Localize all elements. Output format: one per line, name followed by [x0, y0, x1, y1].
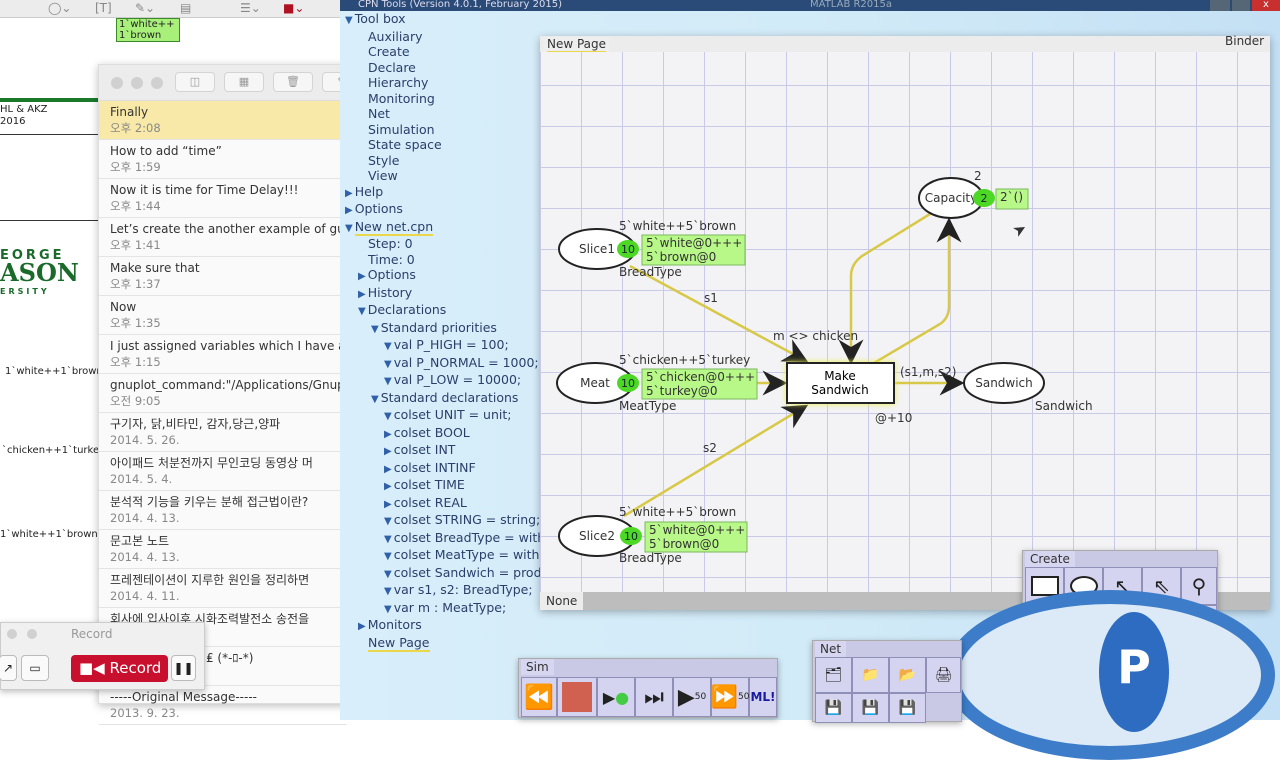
cpn-logo-p: P: [1099, 612, 1169, 732]
place-slice2[interactable]: Slice2 5`white++5`brown BreadType 10 5`white…: [558, 505, 748, 565]
palette-title[interactable]: Net: [815, 641, 847, 657]
save-as-icon[interactable]: 💾: [852, 693, 889, 723]
play-one-icon[interactable]: ▶ ●: [597, 677, 635, 717]
play-n-count: 50: [694, 692, 707, 702]
place-name: Slice2: [579, 529, 615, 543]
arc-slice2-to-make-sandwich[interactable]: [623, 404, 809, 518]
initial-marking[interactable]: 5`white++5`brown: [619, 505, 736, 519]
rewind-icon[interactable]: ⏪: [521, 677, 557, 717]
token-count: 10: [624, 530, 638, 543]
place-meat[interactable]: Meat 5`chicken++5`turkey MeatType 10 5`chick…: [556, 353, 758, 413]
palette-title[interactable]: Sim: [521, 659, 554, 675]
new-net-icon[interactable]: 📁: [852, 657, 889, 693]
play-n-icon[interactable]: ▶ 50: [673, 677, 711, 717]
current-marking: 5`turkey@0: [646, 384, 718, 398]
current-marking: 5`white@0+++: [649, 523, 745, 537]
transition-make-sandwich[interactable]: Make Sandwich: [786, 362, 895, 404]
transition-name: Make: [824, 369, 856, 383]
current-marking: 5`brown@0: [649, 537, 719, 551]
colour-set[interactable]: Sandwich: [1035, 399, 1093, 413]
current-marking: 5`brown@0: [646, 250, 716, 264]
transition-name: Sandwich: [811, 383, 869, 397]
initial-marking[interactable]: 2: [974, 169, 982, 183]
fast-forward-icon[interactable]: ⏩ 50: [711, 677, 749, 717]
current-marking: 5`white@0+++: [646, 236, 742, 250]
token-count: 10: [621, 377, 635, 390]
place-sandwich[interactable]: SandwichSandwich: [963, 362, 1093, 413]
arc-label-output[interactable]: (s1,m,s2): [900, 365, 956, 379]
place-slice1[interactable]: Slice1 5`white++5`brown BreadType 10 5`white…: [558, 219, 746, 279]
save-copy-icon[interactable]: 💾: [889, 693, 926, 723]
place-capacity[interactable]: Capacity 2 2 2`(): [918, 169, 1029, 219]
current-marking: 2`(): [1000, 190, 1023, 204]
initial-marking[interactable]: 5`white++5`brown: [619, 219, 736, 233]
place-name: Meat: [580, 376, 610, 390]
sim-palette[interactable]: Sim ⏪ ▶ ● ⏭ ▶ 50 ⏩ 50 ML!: [518, 658, 778, 718]
place-name: Capacity: [925, 191, 977, 205]
print-icon[interactable]: 🖨: [926, 657, 961, 693]
place-name: Sandwich: [975, 376, 1033, 390]
token-count: 2: [981, 192, 988, 205]
ml-label: ML!: [750, 690, 776, 704]
step-icon[interactable]: ⏭: [635, 677, 673, 717]
open-net-icon[interactable]: 📂: [889, 657, 926, 693]
colour-set[interactable]: MeatType: [619, 399, 676, 413]
token-count: 10: [621, 243, 635, 256]
current-marking: 5`chicken@0+++: [646, 370, 755, 384]
save-net-icon[interactable]: 💾: [815, 693, 852, 723]
new-page-icon[interactable]: 🗂: [815, 657, 852, 693]
transition-guard[interactable]: m <> chicken: [773, 329, 858, 343]
ml-evaluate-icon[interactable]: ML!: [749, 677, 777, 717]
arc-label-s1[interactable]: s1: [704, 291, 718, 305]
arc-slice1-to-make-sandwich[interactable]: [629, 264, 809, 363]
cpn-logo: P: [945, 590, 1275, 760]
arc-label-s2[interactable]: s2: [703, 441, 717, 455]
fast-forward-count: 50: [737, 692, 750, 702]
colour-set[interactable]: BreadType: [619, 265, 682, 279]
palette-title[interactable]: Create: [1025, 551, 1075, 567]
net-palette[interactable]: Net 🗂 📁 📂 🖨 💾 💾 💾: [812, 640, 962, 723]
transition-time[interactable]: @+10: [875, 411, 912, 425]
arc-capacity-to-make-sandwich[interactable]: [838, 212, 931, 365]
place-name: Slice1: [579, 242, 615, 256]
colour-set[interactable]: BreadType: [619, 551, 682, 565]
stop-icon[interactable]: [557, 677, 597, 717]
initial-marking[interactable]: 5`chicken++5`turkey: [619, 353, 750, 367]
